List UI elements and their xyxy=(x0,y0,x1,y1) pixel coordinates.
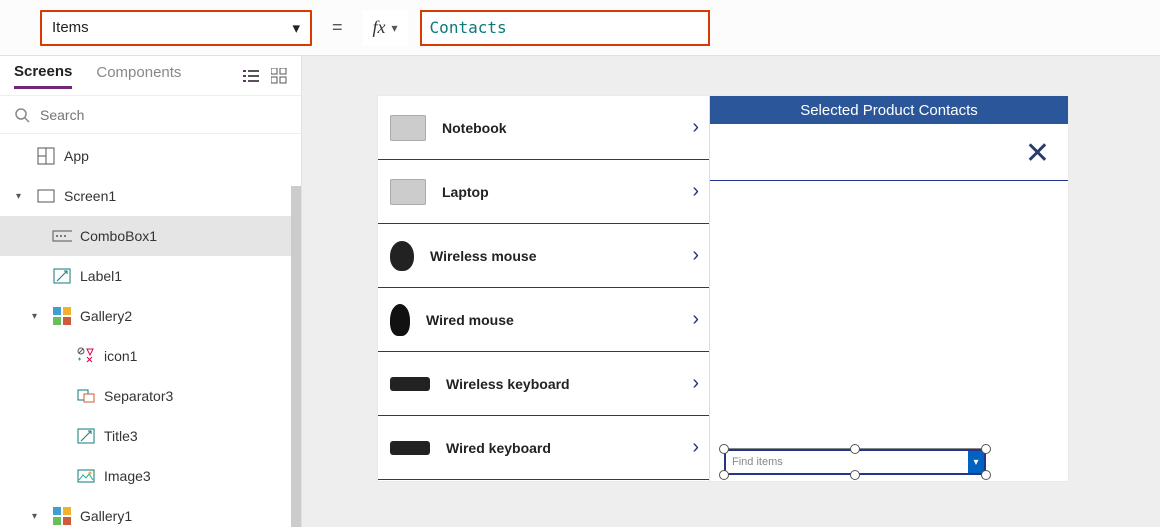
caret-icon: ▾ xyxy=(16,191,28,202)
search-icon xyxy=(14,107,30,123)
resize-handle[interactable] xyxy=(719,470,729,480)
resize-handle[interactable] xyxy=(850,470,860,480)
product-title: Wireless keyboard xyxy=(446,376,697,392)
tab-screens[interactable]: Screens xyxy=(14,63,72,89)
detail-pane: Selected Product Contacts ✕ Find items ▾ xyxy=(710,96,1068,481)
tree-image3[interactable]: Image3 xyxy=(0,456,301,496)
caret-icon: ▾ xyxy=(32,511,44,522)
gallery-icon xyxy=(52,507,72,525)
close-icon[interactable]: ✕ xyxy=(1025,136,1050,171)
list-view-icon[interactable] xyxy=(243,68,259,84)
search-input[interactable] xyxy=(40,107,287,123)
resize-handle[interactable] xyxy=(850,444,860,454)
gallery-item[interactable]: Wired keyboard › xyxy=(378,416,709,480)
label-icon xyxy=(52,268,72,284)
property-label: Items xyxy=(52,19,89,36)
tree-label: Separator3 xyxy=(104,388,173,404)
product-title: Wired keyboard xyxy=(446,440,697,456)
tree-label: Label1 xyxy=(80,268,122,284)
resize-handle[interactable] xyxy=(719,444,729,454)
tree-separator3[interactable]: Separator3 xyxy=(0,376,301,416)
tree-gallery2[interactable]: ▾ Gallery2 xyxy=(0,296,301,336)
gallery-icon xyxy=(52,307,72,325)
chevron-down-icon: ▾ xyxy=(392,21,398,35)
icons-icon xyxy=(76,347,96,365)
resize-handle[interactable] xyxy=(981,470,991,480)
combobox-icon xyxy=(52,230,72,242)
combobox-placeholder: Find items xyxy=(732,456,968,468)
product-thumb xyxy=(390,115,426,141)
tree-label: App xyxy=(64,148,89,164)
tree-view: App ▾ Screen1 ComboBox1 xyxy=(0,134,301,527)
chevron-right-icon[interactable]: › xyxy=(692,244,699,267)
product-title: Wireless mouse xyxy=(430,248,697,264)
formula-input[interactable]: Contacts xyxy=(420,10,710,46)
separator xyxy=(710,180,1068,181)
product-thumb xyxy=(390,179,426,205)
app-preview: Notebook › Laptop › Wireless mouse › Wir… xyxy=(378,96,1068,481)
tree-label: Gallery1 xyxy=(80,508,132,524)
chevron-right-icon[interactable]: › xyxy=(692,436,699,459)
tree-label: Title3 xyxy=(104,428,138,444)
chevron-right-icon[interactable]: › xyxy=(692,308,699,331)
tree-title3[interactable]: Title3 xyxy=(0,416,301,456)
gallery-item[interactable]: Laptop › xyxy=(378,160,709,224)
fx-button[interactable]: fx ▾ xyxy=(363,10,408,46)
product-title: Notebook xyxy=(442,120,697,136)
tree-label: Screen1 xyxy=(64,188,116,204)
resize-handle[interactable] xyxy=(981,444,991,454)
app-icon xyxy=(36,147,56,165)
screen-icon xyxy=(36,189,56,203)
gallery-item[interactable]: Wireless keyboard › xyxy=(378,352,709,416)
tree-combobox1[interactable]: ComboBox1 xyxy=(0,216,301,256)
tree-gallery1[interactable]: ▾ Gallery1 xyxy=(0,496,301,527)
tree-label: icon1 xyxy=(104,348,137,364)
tree-screen1[interactable]: ▾ Screen1 xyxy=(0,176,301,216)
label-icon xyxy=(76,428,96,444)
grid-view-icon[interactable] xyxy=(271,68,287,84)
tree-label: ComboBox1 xyxy=(80,228,157,244)
property-dropdown[interactable]: Items ▾ xyxy=(40,10,312,46)
product-title: Laptop xyxy=(442,184,697,200)
chevron-down-icon: ▾ xyxy=(292,19,300,37)
product-thumb xyxy=(390,441,430,455)
search-row xyxy=(0,96,301,134)
equals-sign: = xyxy=(332,17,343,38)
gallery-item[interactable]: Wired mouse › xyxy=(378,288,709,352)
main-area: Screens Components xyxy=(0,56,1160,527)
fx-icon: fx xyxy=(373,17,386,38)
caret-icon: ▾ xyxy=(32,311,44,322)
product-thumb xyxy=(390,241,414,271)
chevron-right-icon[interactable]: › xyxy=(692,116,699,139)
tree-panel: Screens Components xyxy=(0,56,302,527)
chevron-right-icon[interactable]: › xyxy=(692,180,699,203)
tree-app[interactable]: App xyxy=(0,136,301,176)
tree-icon1[interactable]: icon1 xyxy=(0,336,301,376)
gallery-item[interactable]: Wireless mouse › xyxy=(378,224,709,288)
formula-text: Contacts xyxy=(430,18,507,37)
chevron-right-icon[interactable]: › xyxy=(692,372,699,395)
product-gallery[interactable]: Notebook › Laptop › Wireless mouse › Wir… xyxy=(378,96,710,481)
tree-label: Image3 xyxy=(104,468,151,484)
product-thumb xyxy=(390,304,410,336)
scrollbar[interactable] xyxy=(291,186,301,527)
product-title: Wired mouse xyxy=(426,312,697,328)
separator-icon xyxy=(76,388,96,404)
gallery-item[interactable]: Notebook › xyxy=(378,96,709,160)
detail-header: Selected Product Contacts xyxy=(710,96,1068,124)
chevron-down-icon[interactable]: ▾ xyxy=(968,451,984,473)
tree-label: Gallery2 xyxy=(80,308,132,324)
product-thumb xyxy=(390,377,430,391)
tree-label1[interactable]: Label1 xyxy=(0,256,301,296)
tab-components[interactable]: Components xyxy=(96,64,181,87)
image-icon xyxy=(76,469,96,483)
formula-bar: Items ▾ = fx ▾ Contacts xyxy=(0,0,1160,56)
design-canvas[interactable]: Notebook › Laptop › Wireless mouse › Wir… xyxy=(302,56,1160,527)
panel-tabs: Screens Components xyxy=(0,56,301,96)
